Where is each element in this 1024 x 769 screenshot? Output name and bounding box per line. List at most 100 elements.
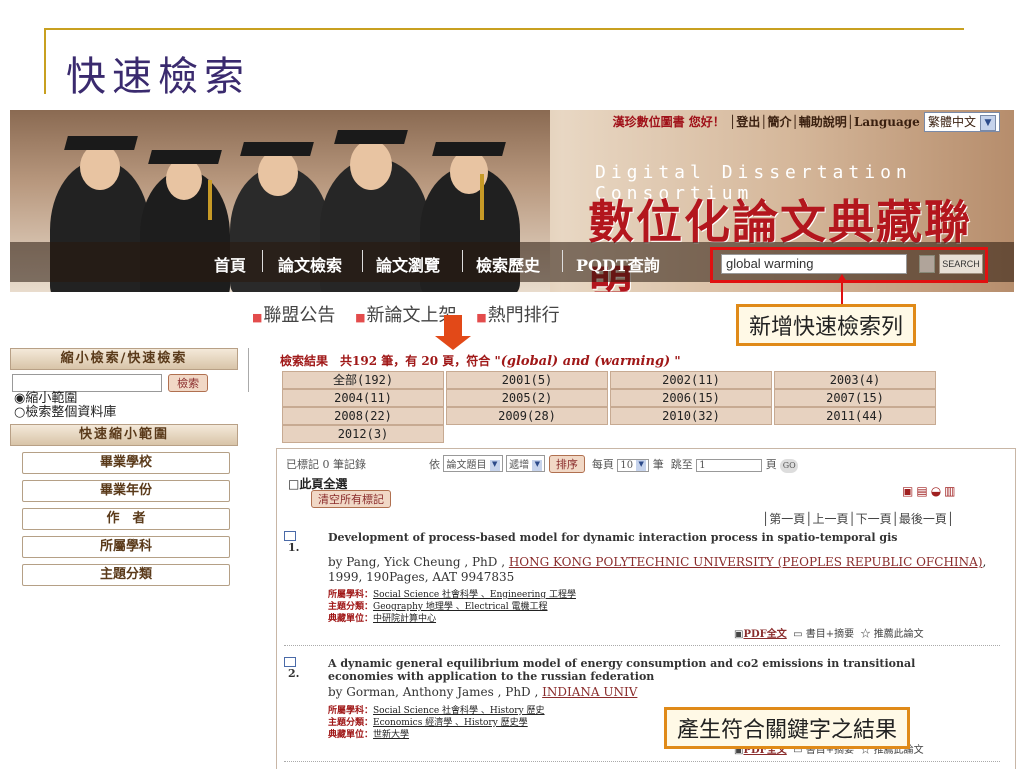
language-select[interactable]: 繁體中文 ▼ <box>923 112 1000 132</box>
output-icons: ▣▤◒▥ <box>902 484 959 498</box>
site-banner: 漢珍數位圖書 您好！ │登出│簡介│輔助說明│Language 繁體中文 ▼ Di… <box>10 110 1014 292</box>
abstract-link[interactable]: 書目+摘要 <box>806 629 854 640</box>
callout-arrow-line <box>841 278 843 304</box>
sidebar-search-button[interactable]: 檢索 <box>168 373 209 392</box>
year-tab[interactable]: 2001(5) <box>446 371 608 389</box>
nav-dissertation-browse[interactable]: 論文瀏覽 <box>376 252 440 276</box>
sort-by-label: 依 <box>428 458 440 471</box>
language-label: Language <box>853 115 920 129</box>
bullet-icon: ■ <box>476 311 487 324</box>
recommend-link[interactable]: 推薦此論文 <box>874 629 924 640</box>
marked-count: 已標記 0 筆記錄 <box>286 458 366 471</box>
search-scope-dropdown-icon[interactable] <box>919 255 935 273</box>
per-page-unit: 筆 <box>652 458 664 471</box>
year-tab[interactable]: 2003(4) <box>774 371 936 389</box>
jump-unit: 頁 <box>765 458 777 471</box>
nav-pqdt[interactable]: PQDT查詢 <box>576 252 660 276</box>
sort-button[interactable]: 排序 <box>548 455 585 473</box>
radio-narrow-scope[interactable]: ◉縮小範圍 <box>14 392 238 406</box>
chevron-down-icon: ▼ <box>489 460 500 471</box>
sidebar-section-title: 快速縮小範圍 <box>10 424 238 446</box>
pdf-fulltext-link[interactable]: PDF全文 <box>743 629 786 640</box>
sidebar-collapse-handle[interactable] <box>244 348 249 392</box>
chevron-down-icon[interactable]: ▼ <box>980 114 996 131</box>
recommend-icon: ☆ <box>860 629 871 640</box>
year-tab[interactable]: 全部(192) <box>282 371 444 389</box>
record-holder: 典藏單位：中研院計算中心 <box>328 614 437 624</box>
subnav-announcements[interactable]: ■聯盟公告 <box>252 305 335 326</box>
callout-results: 產生符合關鍵字之結果 <box>664 707 911 749</box>
record-school-link[interactable]: HONG KONG POLYTECHNIC UNIVERSITY (PEOPLE… <box>509 555 983 569</box>
sidebar-search-input[interactable] <box>12 374 162 392</box>
result-record: 1. Development of process-based model fo… <box>284 531 1004 649</box>
record-divider <box>284 761 1000 762</box>
jump-label: 跳至 <box>670 458 693 471</box>
sidebar-title: 縮小檢索/快速檢索 <box>10 348 238 370</box>
year-tab[interactable]: 2009(28) <box>446 407 608 425</box>
year-tab[interactable]: 2005(2) <box>446 389 608 407</box>
year-tab[interactable]: 2004(11) <box>282 389 444 407</box>
record-holder: 典藏單位：世新大學 <box>328 730 410 740</box>
sidebar-item-school[interactable]: 畢業學校 <box>22 452 230 474</box>
jump-page-input[interactable]: 1 <box>696 459 763 472</box>
year-tab[interactable]: 2008(22) <box>282 407 444 425</box>
record-checkbox[interactable] <box>284 657 296 667</box>
sidebar-item-topic[interactable]: 主題分類 <box>22 564 230 586</box>
record-number: 1. <box>288 541 300 554</box>
record-title[interactable]: Development of process-based model for d… <box>328 531 978 544</box>
logout-link[interactable]: 登出 <box>736 115 760 129</box>
left-sidebar: 縮小檢索/快速檢索 檢索 ◉縮小範圍 ○檢索整個資料庫 快速縮小範圍 畢業學校 … <box>10 348 238 586</box>
year-tab[interactable]: 2012(3) <box>282 425 444 443</box>
year-tab[interactable]: 2007(15) <box>774 389 936 407</box>
export-icon[interactable]: ▥ <box>944 484 958 498</box>
year-tab[interactable]: 2011(44) <box>774 407 936 425</box>
email-icon[interactable]: ◒ <box>931 484 944 498</box>
sidebar-item-year[interactable]: 畢業年份 <box>22 480 230 502</box>
about-link[interactable]: 簡介 <box>767 115 791 129</box>
nav-search-history[interactable]: 檢索歷史 <box>476 252 540 276</box>
account-bar: 漢珍數位圖書 您好！ │登出│簡介│輔助說明│Language 繁體中文 ▼ <box>613 112 1000 132</box>
sort-field-select[interactable]: 論文題目 ▼ <box>443 455 503 472</box>
per-page-select[interactable]: 10 ▼ <box>617 459 650 472</box>
callout-quick-search: 新增快速檢索列 <box>736 304 917 346</box>
sub-nav: ■聯盟公告 ■新論文上架 ■熱門排行 <box>252 301 574 327</box>
bullet-icon: ■ <box>252 311 263 324</box>
pager[interactable]: │第一頁│上一頁│下一頁│最後一頁│ <box>762 510 954 527</box>
record-author-line: by Pang, Yick Cheung , PhD , HONG KONG P… <box>328 555 987 584</box>
record-title[interactable]: A dynamic general equilibrium model of e… <box>328 657 978 683</box>
clear-marks-button[interactable]: 清空所有標記 <box>311 490 391 508</box>
go-button[interactable]: GO <box>780 459 799 473</box>
record-divider <box>284 645 1000 646</box>
results-summary: 檢索結果 共192 筆，有 20 頁，符合 "(global) and (war… <box>280 354 681 369</box>
record-actions: ▣PDF全文 ▭ 書目+摘要 ☆ 推薦此論文 <box>734 625 924 640</box>
subnav-new-arrivals[interactable]: ■新論文上架 <box>355 305 456 326</box>
slide-title: 快速檢索 <box>66 54 250 100</box>
record-checkbox[interactable] <box>284 531 296 541</box>
search-button[interactable]: SEARCH <box>939 254 983 274</box>
down-arrow-icon <box>444 315 462 337</box>
per-page-label: 每頁 <box>591 458 614 471</box>
year-tab[interactable]: 2006(15) <box>610 389 772 407</box>
results-toolbar: 已標記 0 筆記錄 依 論文題目 ▼ 遞增 ▼ 排序 每頁 10 ▼ 筆 跳至 … <box>286 455 799 473</box>
subnav-popular[interactable]: ■熱門排行 <box>476 305 559 326</box>
nav-home[interactable]: 首頁 <box>214 252 246 276</box>
record-school-link[interactable]: INDIANA UNIV <box>542 685 637 699</box>
results-query: (global) and (warming) <box>500 354 671 369</box>
year-tab[interactable]: 2002(11) <box>610 371 772 389</box>
year-tab[interactable]: 2010(32) <box>610 407 772 425</box>
help-link[interactable]: 輔助說明 <box>799 115 847 129</box>
sort-order-select[interactable]: 遞增 ▼ <box>506 455 546 472</box>
language-value: 繁體中文 <box>927 115 976 129</box>
sidebar-item-author[interactable]: 作 者 <box>22 508 230 530</box>
chevron-down-icon: ▼ <box>532 460 543 471</box>
quick-search-bar: global warming SEARCH <box>710 247 988 283</box>
quick-search-input[interactable]: global warming <box>721 254 907 274</box>
bullet-icon: ■ <box>355 311 366 324</box>
save-icon[interactable]: ▣ <box>902 484 916 498</box>
print-icon[interactable]: ▤ <box>916 484 930 498</box>
nav-dissertation-search[interactable]: 論文檢索 <box>278 252 342 276</box>
record-author-line: by Gorman, Anthony James , PhD , INDIANA… <box>328 685 638 699</box>
sidebar-item-subject[interactable]: 所屬學科 <box>22 536 230 558</box>
radio-whole-database[interactable]: ○檢索整個資料庫 <box>14 406 238 420</box>
down-arrow-head <box>435 336 471 350</box>
